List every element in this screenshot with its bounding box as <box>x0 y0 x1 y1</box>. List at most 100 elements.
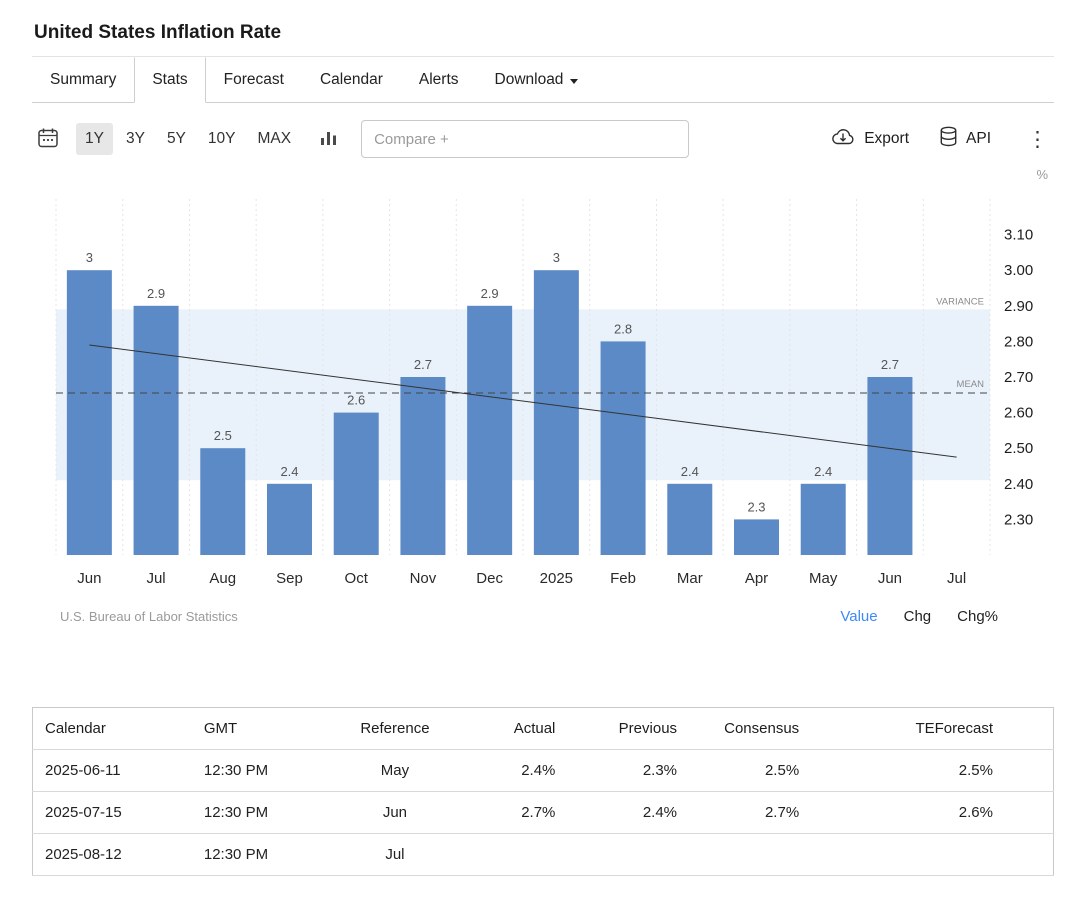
cell-actual: 2.7% <box>456 792 563 834</box>
kebab-icon: ⋮ <box>1027 128 1048 151</box>
x-axis-tick: Nov <box>410 570 437 587</box>
bar-value-label: 2.4 <box>681 464 699 479</box>
inflation-page: United States Inflation Rate Summary Sta… <box>0 0 1086 876</box>
table-row[interactable]: 2025-07-1512:30 PMJun2.7%2.4%2.7%2.6% <box>33 792 1054 834</box>
range-max-button[interactable]: MAX <box>249 123 301 155</box>
tab-summary[interactable]: Summary <box>32 57 134 102</box>
bar-may-11[interactable] <box>801 484 846 555</box>
cell-teforecast: 2.6% <box>844 792 1053 834</box>
cloud-download-icon <box>830 126 856 152</box>
bar-feb-8[interactable] <box>601 341 646 555</box>
bar-mar-9[interactable] <box>667 484 712 555</box>
range-3y-button[interactable]: 3Y <box>117 123 154 155</box>
more-options-button[interactable]: ⋮ <box>1021 127 1054 152</box>
bar-value-label: 2.8 <box>614 321 632 336</box>
bar-chart-icon <box>320 129 337 150</box>
tab-download[interactable]: Download <box>477 57 597 102</box>
column-header-teforecast: TEForecast <box>844 708 1053 750</box>
bar-value-label: 2.4 <box>814 464 832 479</box>
cell-consensus <box>691 834 844 876</box>
x-axis-tick: Jul <box>947 570 966 587</box>
cell-reference: May <box>334 750 457 792</box>
bar-jun-0[interactable] <box>67 270 112 555</box>
toolbar-right: Export API ⋮ <box>830 126 1054 152</box>
x-axis-tick: Aug <box>209 570 236 587</box>
api-label: API <box>966 130 991 148</box>
chart-toolbar: 1Y 3Y 5Y 10Y MAX <box>32 119 1054 159</box>
bar-jul-1[interactable] <box>134 306 179 555</box>
column-header-actual: Actual <box>456 708 563 750</box>
chart-area: 32.92.52.42.62.72.932.82.42.32.42.7VARIA… <box>32 163 1054 625</box>
y-axis-tick: 2.40 <box>1004 476 1033 493</box>
tab-bar: Summary Stats Forecast Calendar Alerts D… <box>32 57 1054 103</box>
cell-calendar: 2025-06-11 <box>33 750 196 792</box>
x-axis-tick: Feb <box>610 570 636 587</box>
bar-2025-7[interactable] <box>534 270 579 555</box>
bar-oct-4[interactable] <box>334 413 379 555</box>
x-axis-tick: 2025 <box>540 570 573 587</box>
bar-value-label: 2.9 <box>147 286 165 301</box>
x-axis-tick: Jul <box>146 570 165 587</box>
cell-gmt: 12:30 PM <box>196 834 334 876</box>
export-label: Export <box>864 130 909 148</box>
mode-value-button[interactable]: Value <box>840 608 877 625</box>
page-title: United States Inflation Rate <box>34 22 1052 44</box>
bar-value-label: 2.7 <box>881 357 899 372</box>
cell-actual <box>456 834 563 876</box>
table-row[interactable]: 2025-06-1112:30 PMMay2.4%2.3%2.5%2.5% <box>33 750 1054 792</box>
mode-chgpct-button[interactable]: Chg% <box>957 608 998 625</box>
range-10y-button[interactable]: 10Y <box>199 123 245 155</box>
table-row[interactable]: 2025-08-1212:30 PMJul <box>33 834 1054 876</box>
bar-jun-12[interactable] <box>867 377 912 555</box>
tab-stats[interactable]: Stats <box>134 57 205 103</box>
bar-value-label: 3 <box>86 250 93 265</box>
cell-actual: 2.4% <box>456 750 563 792</box>
api-button[interactable]: API <box>939 126 991 152</box>
x-axis-tick: Sep <box>276 570 303 587</box>
cell-consensus: 2.5% <box>691 750 844 792</box>
export-button[interactable]: Export <box>830 126 909 152</box>
tab-label: Stats <box>152 71 187 89</box>
range-1y-button[interactable]: 1Y <box>76 123 113 155</box>
calendar-range-button[interactable] <box>32 122 64 157</box>
compare-input[interactable] <box>361 120 689 158</box>
bar-value-label: 2.5 <box>214 428 232 443</box>
title-row: United States Inflation Rate <box>32 14 1054 57</box>
tab-forecast[interactable]: Forecast <box>206 57 302 102</box>
calendar-table: CalendarGMTReferenceActualPreviousConsen… <box>32 707 1054 876</box>
source-attribution: U.S. Bureau of Labor Statistics <box>60 609 238 624</box>
chart-type-button[interactable] <box>316 125 341 154</box>
tab-label: Calendar <box>320 71 383 89</box>
y-axis-tick: 2.60 <box>1004 405 1033 422</box>
table-header-row: CalendarGMTReferenceActualPreviousConsen… <box>33 708 1054 750</box>
mean-label: MEAN <box>957 379 985 390</box>
tab-calendar[interactable]: Calendar <box>302 57 401 102</box>
cell-previous: 2.4% <box>563 792 691 834</box>
variance-label: VARIANCE <box>936 296 984 307</box>
tab-label: Forecast <box>224 71 284 89</box>
column-header-consensus: Consensus <box>691 708 844 750</box>
series-mode-switch: Value Chg Chg% <box>840 608 998 625</box>
tab-label: Download <box>495 71 564 89</box>
tab-alerts[interactable]: Alerts <box>401 57 477 102</box>
bar-dec-6[interactable] <box>467 306 512 555</box>
calendar-table-section: CalendarGMTReferenceActualPreviousConsen… <box>32 707 1054 876</box>
column-header-previous: Previous <box>563 708 691 750</box>
column-header-calendar: Calendar <box>33 708 196 750</box>
mode-chg-button[interactable]: Chg <box>904 608 932 625</box>
bar-apr-10[interactable] <box>734 519 779 555</box>
bar-value-label: 3 <box>553 250 560 265</box>
y-axis-unit: % <box>1036 167 1048 182</box>
calendar-icon <box>36 126 60 153</box>
bar-aug-2[interactable] <box>200 448 245 555</box>
range-5y-button[interactable]: 5Y <box>158 123 195 155</box>
cell-reference: Jun <box>334 792 457 834</box>
bar-sep-3[interactable] <box>267 484 312 555</box>
y-axis-tick: 3.10 <box>1004 227 1033 244</box>
bar-value-label: 2.7 <box>414 357 432 372</box>
bar-value-label: 2.4 <box>280 464 298 479</box>
x-axis-tick: Apr <box>745 570 768 587</box>
y-axis-tick: 3.00 <box>1004 262 1033 279</box>
cell-calendar: 2025-08-12 <box>33 834 196 876</box>
bar-nov-5[interactable] <box>400 377 445 555</box>
